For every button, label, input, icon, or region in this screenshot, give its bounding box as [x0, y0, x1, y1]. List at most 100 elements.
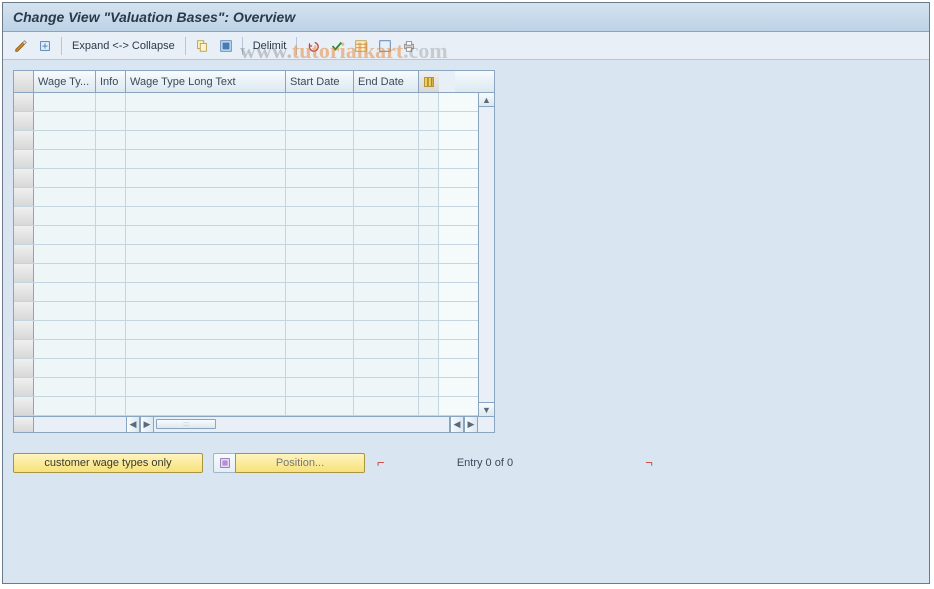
- cell-long-text[interactable]: [126, 226, 286, 244]
- cell-wage-type[interactable]: [34, 321, 96, 339]
- cell-wage-type[interactable]: [34, 188, 96, 206]
- table-row[interactable]: [14, 359, 478, 378]
- cell-end-date[interactable]: [354, 245, 419, 263]
- cell-start-date[interactable]: [286, 283, 354, 301]
- cell-long-text[interactable]: [126, 93, 286, 111]
- cell-long-text[interactable]: [126, 131, 286, 149]
- col-wage-type-long[interactable]: Wage Type Long Text: [126, 71, 286, 92]
- cell-end-date[interactable]: [354, 397, 419, 415]
- cell-end-date[interactable]: [354, 283, 419, 301]
- cell-info[interactable]: [96, 112, 126, 130]
- hscroll-track[interactable]: :::: [154, 417, 450, 432]
- table-row[interactable]: [14, 226, 478, 245]
- table-row[interactable]: [14, 378, 478, 397]
- cell-info[interactable]: [96, 226, 126, 244]
- cell-start-date[interactable]: [286, 359, 354, 377]
- cell-info[interactable]: [96, 188, 126, 206]
- col-start-date[interactable]: Start Date: [286, 71, 354, 92]
- cell-end-date[interactable]: [354, 302, 419, 320]
- save-icon[interactable]: [327, 36, 347, 56]
- cell-info[interactable]: [96, 397, 126, 415]
- row-selector[interactable]: [14, 340, 34, 358]
- cell-end-date[interactable]: [354, 188, 419, 206]
- table-row[interactable]: [14, 169, 478, 188]
- col-info[interactable]: Info: [96, 71, 126, 92]
- row-selector[interactable]: [14, 397, 34, 415]
- scroll-right-step-icon[interactable]: ▶: [140, 417, 154, 432]
- print-icon[interactable]: [399, 36, 419, 56]
- row-selector-header[interactable]: [14, 71, 34, 92]
- table-row[interactable]: [14, 283, 478, 302]
- cell-start-date[interactable]: [286, 207, 354, 225]
- table-row[interactable]: [14, 264, 478, 283]
- hscroll-thumb[interactable]: :::: [156, 419, 216, 429]
- cell-info[interactable]: [96, 169, 126, 187]
- cell-start-date[interactable]: [286, 112, 354, 130]
- scroll-down-icon[interactable]: ▼: [479, 402, 494, 416]
- vertical-scrollbar[interactable]: ▲ ▼: [478, 93, 494, 416]
- cell-info[interactable]: [96, 131, 126, 149]
- table-row[interactable]: [14, 397, 478, 416]
- select-all-icon[interactable]: [216, 36, 236, 56]
- cell-info[interactable]: [96, 207, 126, 225]
- table-row[interactable]: [14, 131, 478, 150]
- cell-info[interactable]: [96, 340, 126, 358]
- cell-long-text[interactable]: [126, 340, 286, 358]
- cell-wage-type[interactable]: [34, 264, 96, 282]
- cell-wage-type[interactable]: [34, 359, 96, 377]
- cell-start-date[interactable]: [286, 378, 354, 396]
- cell-start-date[interactable]: [286, 397, 354, 415]
- cell-end-date[interactable]: [354, 340, 419, 358]
- cell-info[interactable]: [96, 359, 126, 377]
- cell-long-text[interactable]: [126, 169, 286, 187]
- row-selector[interactable]: [14, 283, 34, 301]
- cell-info[interactable]: [96, 283, 126, 301]
- select-block-icon[interactable]: [351, 36, 371, 56]
- cell-long-text[interactable]: [126, 112, 286, 130]
- cell-end-date[interactable]: [354, 378, 419, 396]
- cell-long-text[interactable]: [126, 359, 286, 377]
- cell-start-date[interactable]: [286, 150, 354, 168]
- cell-start-date[interactable]: [286, 302, 354, 320]
- horizontal-scrollbar[interactable]: ◀ ▶ ::: ◀ ▶: [14, 416, 494, 432]
- cell-end-date[interactable]: [354, 150, 419, 168]
- cell-wage-type[interactable]: [34, 169, 96, 187]
- toggle-edit-icon[interactable]: [11, 36, 31, 56]
- cell-start-date[interactable]: [286, 340, 354, 358]
- row-selector[interactable]: [14, 150, 34, 168]
- table-row[interactable]: [14, 188, 478, 207]
- scroll-left-icon[interactable]: ◀: [126, 417, 140, 432]
- cell-wage-type[interactable]: [34, 93, 96, 111]
- row-selector[interactable]: [14, 321, 34, 339]
- customer-wage-types-button[interactable]: customer wage types only: [13, 453, 203, 473]
- cell-end-date[interactable]: [354, 207, 419, 225]
- cell-long-text[interactable]: [126, 207, 286, 225]
- row-selector[interactable]: [14, 112, 34, 130]
- cell-long-text[interactable]: [126, 188, 286, 206]
- row-selector[interactable]: [14, 188, 34, 206]
- cell-wage-type[interactable]: [34, 207, 96, 225]
- row-selector[interactable]: [14, 264, 34, 282]
- cell-wage-type[interactable]: [34, 397, 96, 415]
- cell-long-text[interactable]: [126, 321, 286, 339]
- cell-end-date[interactable]: [354, 93, 419, 111]
- cell-end-date[interactable]: [354, 112, 419, 130]
- cell-wage-type[interactable]: [34, 283, 96, 301]
- cell-wage-type[interactable]: [34, 245, 96, 263]
- other-view-icon[interactable]: [35, 36, 55, 56]
- undo-icon[interactable]: [303, 36, 323, 56]
- cell-end-date[interactable]: [354, 169, 419, 187]
- row-selector[interactable]: [14, 359, 34, 377]
- row-selector[interactable]: [14, 207, 34, 225]
- cell-wage-type[interactable]: [34, 131, 96, 149]
- cell-long-text[interactable]: [126, 264, 286, 282]
- row-selector[interactable]: [14, 302, 34, 320]
- cell-start-date[interactable]: [286, 245, 354, 263]
- cell-info[interactable]: [96, 264, 126, 282]
- table-row[interactable]: [14, 150, 478, 169]
- cell-wage-type[interactable]: [34, 226, 96, 244]
- row-selector[interactable]: [14, 378, 34, 396]
- cell-end-date[interactable]: [354, 131, 419, 149]
- scroll-up-icon[interactable]: ▲: [479, 93, 494, 107]
- row-selector[interactable]: [14, 245, 34, 263]
